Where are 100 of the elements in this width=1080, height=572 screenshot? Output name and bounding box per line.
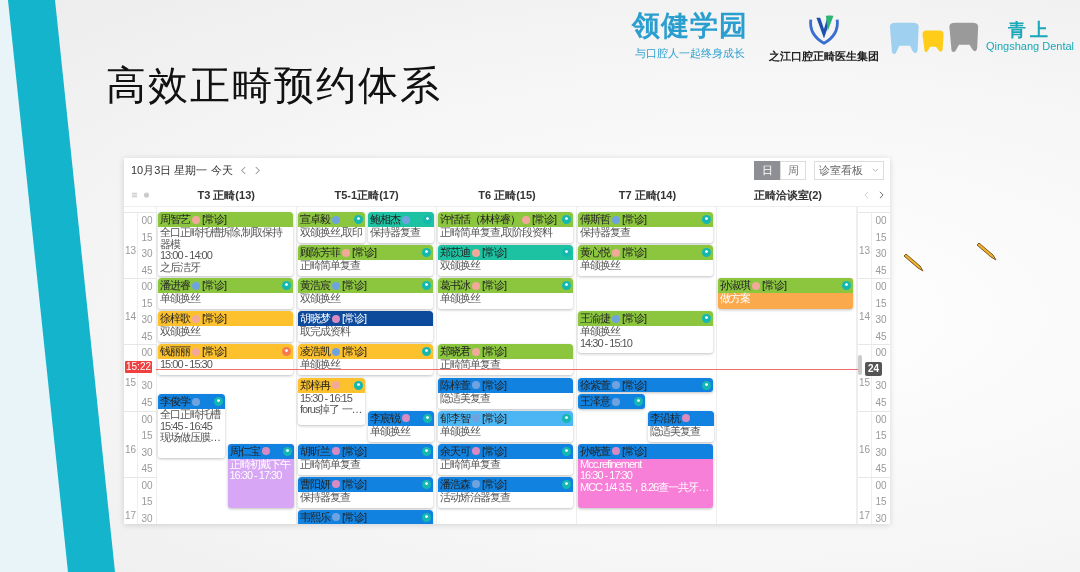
- appointment-card[interactable]: 傅斯哲 [常诊] 保持器复查: [578, 212, 713, 244]
- appointment-detail: 正畸简单复查,取阶段资料: [439, 227, 554, 239]
- hour-label: 16: [858, 411, 872, 477]
- patient-name: 宣卓毅: [300, 212, 330, 227]
- hour-label: 13: [124, 213, 138, 279]
- slogan: 与口腔人一起终身成长: [635, 46, 745, 61]
- minute-label: 30: [874, 248, 888, 261]
- patient-name: 郑晓君: [440, 344, 470, 359]
- appointment-detail: 隐适美复查: [439, 392, 492, 404]
- appointment-card[interactable]: 韦熙乐 [常诊]: [298, 509, 433, 524]
- appointment-card[interactable]: 曹阳妍 [常诊] 保持器复查: [298, 476, 433, 508]
- patient-name: 傅斯哲: [580, 212, 610, 227]
- visit-tag: [常诊]: [762, 278, 787, 294]
- appointment-card[interactable]: 孙淑琪 [常诊] 做方案: [718, 278, 853, 310]
- visit-tag: [常诊]: [622, 311, 647, 327]
- patient-name: 郑苡迪: [440, 245, 470, 260]
- minute-label: 00: [874, 347, 888, 360]
- appointment-detail: 正畸初戴下午: [228, 458, 291, 471]
- patient-name: 周智艺: [160, 212, 190, 227]
- appointment-detail: 取完成资料: [299, 326, 352, 338]
- patient-name: 黄心悦: [580, 245, 610, 260]
- minute-label: 45: [874, 330, 888, 343]
- slide-title: 高效正畸预约体系: [106, 62, 442, 109]
- appointment-detail: 单颌换丝: [439, 425, 482, 438]
- patient-name: 胡晓梦: [300, 311, 330, 326]
- patient-name: 凌浩凯: [300, 344, 330, 359]
- minute-label: 15: [140, 297, 154, 310]
- next-icon[interactable]: [254, 165, 262, 175]
- minute-label: 45: [140, 397, 154, 410]
- appointment-card[interactable]: 葛书冰 [常诊] 单颌换丝: [438, 278, 573, 310]
- minute-label: 00: [874, 479, 888, 492]
- appointment-card[interactable]: 黄浩宸 [常诊] 双颌换丝: [298, 278, 433, 310]
- room-column-header: T5-1正畸(17): [333, 187, 400, 203]
- previous-icon[interactable]: [240, 165, 248, 175]
- appointment-card[interactable]: 许恬恬（林梓睿） [常诊] 正畸简单复查,取阶段资料: [438, 212, 573, 244]
- patient-name: 李宸锐: [369, 410, 400, 426]
- appointment-card[interactable]: 李俊学 全口正畸托槽 15:45 - 16:45 现场做压膜…: [158, 394, 225, 459]
- appointment-card[interactable]: 周仁宝 正畸初戴下午 16:30 - 17:30: [227, 443, 294, 508]
- minute-label: 15: [874, 430, 888, 443]
- appointment-detail: MCC 1/4 3.5，8.26查一共牙…: [579, 481, 710, 494]
- today-button[interactable]: 今天: [211, 162, 234, 178]
- next-icon[interactable]: [878, 191, 886, 199]
- appointment-detail: 单颌换丝: [579, 326, 622, 338]
- visit-tag: [常诊]: [202, 311, 227, 327]
- appointment-card[interactable]: 郑梓冉 15:30 - 16:15 forus掉了 一…: [298, 377, 365, 426]
- appointment-card[interactable]: 郑苡迪 [常诊] 双颌换丝: [438, 245, 573, 277]
- board-select[interactable]: 诊室看板: [814, 160, 884, 180]
- appointment-detail: 保持器复查: [368, 227, 421, 239]
- appointment-detail: 现场做压膜…: [159, 432, 221, 444]
- caret-icon: [872, 167, 879, 173]
- visit-tag: [常诊]: [482, 344, 507, 360]
- patient-name: 王渝捷: [580, 311, 610, 326]
- appointment-card[interactable]: 胡晓梦 [常诊] 取完成资料: [298, 311, 433, 343]
- hour-label: 14: [858, 279, 872, 345]
- appointment-card[interactable]: 周智艺 [常诊] 全口正畸托槽拆除,制取保持器模 13:00 - 14:00 之后洁牙: [158, 212, 293, 277]
- appointment-card[interactable]: 徐梓歌 [常诊] 双颌换丝: [158, 311, 293, 343]
- settings-icon[interactable]: [142, 191, 150, 199]
- appointment-card[interactable]: 鲍相杰 保持器复查: [367, 212, 434, 244]
- patient-name: 余天可: [440, 443, 470, 459]
- appointment-card[interactable]: 顾陈芳菲 [常诊] 正畸简单复查: [298, 245, 433, 277]
- patient-name: 李沿杭: [649, 410, 680, 425]
- scrollbar-thumb[interactable]: [858, 354, 862, 375]
- minute-label: 30: [140, 314, 154, 327]
- visit-tag: [常诊]: [482, 245, 507, 261]
- appointment-detail: 13:00 - 14:00: [159, 250, 214, 262]
- patient-name: 郑梓冉: [300, 377, 330, 393]
- appointment-card[interactable]: 孙晓萱 [常诊] Mcc.refinement 16:30 - 17:30 MCC 1/4 3.5，8.26查一共牙…: [578, 443, 713, 508]
- view-tab[interactable]: 周: [780, 160, 806, 180]
- appointment-card[interactable]: 徐紫萱 [常诊]: [578, 377, 713, 393]
- appointment-card[interactable]: 余天可 [常诊] 正畸简单复查: [438, 443, 573, 475]
- visit-tag: [常诊]: [342, 443, 367, 459]
- appointment-card[interactable]: 李宸锐 单颌换丝: [367, 410, 434, 442]
- previous-icon[interactable]: [863, 191, 871, 199]
- patient-name: 黄浩宸: [300, 278, 330, 293]
- appointment-card[interactable]: 郑晓君 [常诊] 正畸简单复查: [438, 344, 573, 376]
- date-label: 10月3日 星期一: [131, 162, 208, 178]
- appointment-detail: 保持器复查: [579, 227, 632, 239]
- visit-tag: [常诊]: [482, 377, 507, 393]
- appointment-card[interactable]: 宣卓毅 双颌换丝,取印: [298, 212, 365, 244]
- partner-logo-text: 青上: [1008, 20, 1052, 40]
- appointment-card[interactable]: 陈梓萱 [常诊] 隐适美复查: [438, 377, 573, 409]
- appointment-card[interactable]: 黄心悦 [常诊] 单颌换丝: [578, 245, 713, 277]
- hour-label: 13: [858, 213, 872, 279]
- patient-name: 顾陈芳菲: [300, 245, 340, 260]
- appointment-card[interactable]: 李沿杭 隐适美复查: [647, 410, 714, 442]
- appointment-card[interactable]: 潘浩森 [常诊] 活动矫治器复查: [438, 476, 573, 508]
- appointment-card[interactable]: 王泽意: [578, 394, 645, 409]
- appointment-card[interactable]: 潘进睿 [常诊] 单颌换丝: [158, 278, 293, 310]
- hour-label: 16: [124, 411, 138, 477]
- brand-logo-text: 领健学园: [632, 10, 748, 42]
- appointment-card[interactable]: 钱丽丽 [常诊] 15:00 - 15:30: [158, 344, 293, 376]
- appointment-card[interactable]: 胡昕兰 [常诊] 正畸简单复查: [298, 443, 433, 475]
- visit-tag: [常诊]: [342, 311, 367, 327]
- visit-tag: [常诊]: [342, 278, 367, 294]
- minute-label: 30: [140, 248, 154, 261]
- hour-label: 17: [858, 477, 872, 524]
- menu-icon[interactable]: [130, 191, 138, 199]
- appointment-card[interactable]: 凌浩凯 [常诊] 单颌换丝: [298, 344, 433, 376]
- appointment-card[interactable]: 郁李智 [常诊] 单颌换丝: [438, 410, 573, 442]
- appointment-card[interactable]: 王渝捷 [常诊] 单颌换丝 14:30 - 15:10: [578, 311, 713, 354]
